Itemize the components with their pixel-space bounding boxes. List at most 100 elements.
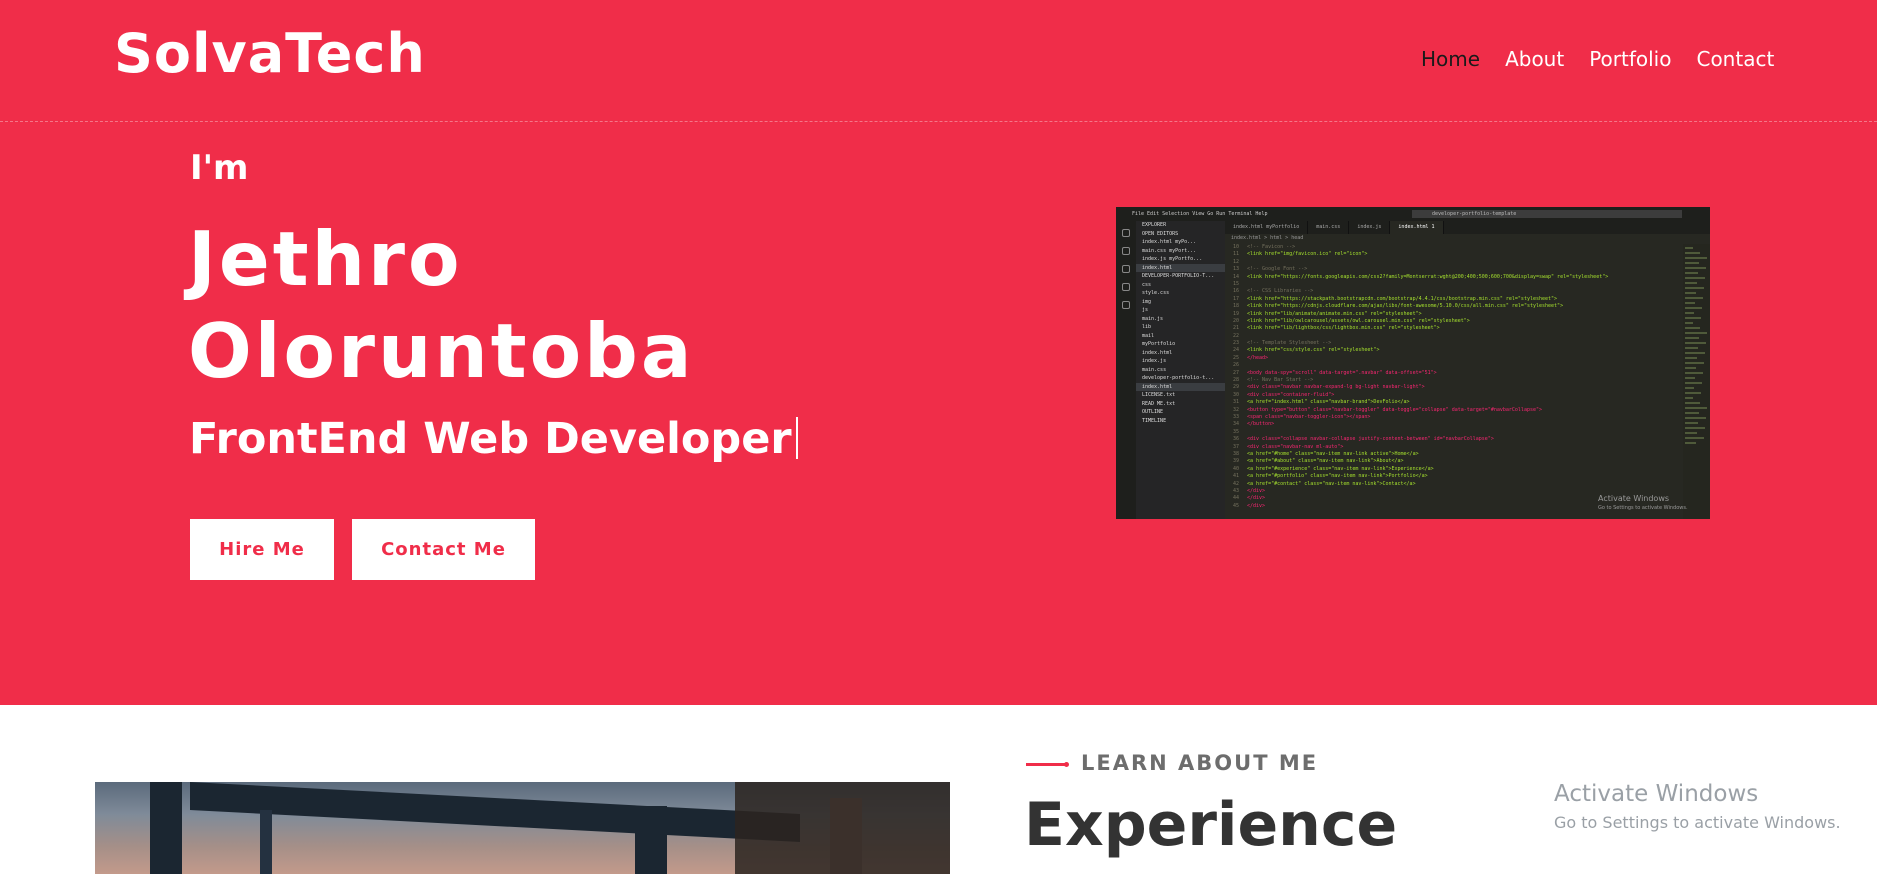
code-text: <link href="css/style.css" rel="styleshe… (1247, 347, 1380, 354)
explorer-item: main.js (1142, 315, 1164, 322)
watermark-line2: Go to Settings to activate Windows. (1554, 813, 1841, 832)
editor-watermark-line2: Go to Settings to activate Windows. (1598, 505, 1688, 511)
code-line: 15 (1225, 281, 1685, 288)
search-icon (1122, 247, 1130, 255)
line-number: 16 (1232, 288, 1239, 295)
code-text: <link href="https://stackpath.bootstrapc… (1247, 295, 1558, 302)
code-line: 27 <body data-spy="scroll" data-target=".… (1225, 370, 1685, 377)
contact-me-button[interactable]: Contact Me (352, 519, 535, 580)
typing-cursor (795, 417, 798, 459)
code-text: <!-- Template Stylesheet --> (1247, 340, 1332, 347)
line-number: 37 (1232, 443, 1239, 450)
nav-link-about[interactable]: About (1505, 47, 1564, 71)
explorer-item: index.html (1136, 263, 1225, 272)
line-number: 13 (1232, 266, 1239, 273)
hero-name-first: Jethro (188, 215, 463, 303)
line-number: 30 (1232, 391, 1239, 398)
explorer-item: index.html (1142, 349, 1173, 356)
editor-tab: main.css (1308, 221, 1350, 234)
debug-icon (1122, 283, 1130, 291)
code-line: 39 <a href="#about" class="nav-item nav-l… (1225, 458, 1685, 465)
hero-name: Jethro Oloruntoba (188, 213, 788, 397)
code-line: 35 (1225, 429, 1685, 436)
line-number: 15 (1232, 280, 1239, 287)
nav-menu: Home About Portfolio Contact (1421, 47, 1799, 71)
line-number: 28 (1232, 377, 1239, 384)
explorer-item: OUTLINE (1142, 409, 1164, 415)
code-line: 19 <link href="lib/animate/animate.min.cs… (1225, 311, 1685, 318)
line-number: 33 (1232, 413, 1239, 420)
editor-breadcrumb: index.html > html > head (1231, 235, 1304, 241)
code-line: 26 (1225, 362, 1685, 369)
code-text: <a href="#experience" class="nav-item na… (1247, 465, 1434, 472)
nav-link-contact[interactable]: Contact (1696, 47, 1774, 71)
line-number: 27 (1232, 369, 1239, 376)
line-number: 23 (1232, 340, 1239, 347)
code-text: <div class="navbar-nav ml-auto"> (1247, 443, 1344, 450)
explorer-item: main.css (1142, 366, 1167, 373)
code-text: <a href="#about" class="nav-item nav-lin… (1247, 458, 1404, 465)
code-text: <div class="navbar navbar-expand-lg bg-l… (1247, 384, 1425, 391)
about-photo (95, 782, 950, 874)
hero-role: FrontEnd Web Developer (189, 414, 798, 464)
explorer-item: DEVELOPER-PORTFOLIO-T... (1142, 273, 1215, 279)
code-text: <!-- Nav Bar Start --> (1247, 377, 1314, 384)
code-line: 12 (1225, 259, 1685, 266)
line-number: 29 (1232, 384, 1239, 391)
line-number: 31 (1232, 399, 1239, 406)
code-line: 24 <link href="css/style.css" rel="styles… (1225, 347, 1685, 354)
code-text: </div> (1247, 495, 1266, 502)
hero-intro: I'm (190, 148, 249, 188)
code-line: 38 <a href="#home" class="nav-item nav-li… (1225, 451, 1685, 458)
editor-watermark-line1: Activate Windows (1598, 494, 1670, 503)
explorer-item: style.css (1142, 290, 1170, 296)
code-line: 22 (1225, 333, 1685, 340)
code-editor-screenshot: File Edit Selection View Go Run Terminal… (1116, 207, 1710, 519)
line-number: 34 (1232, 421, 1239, 428)
about-title: Experience (1024, 790, 1398, 860)
explorer-item: lib (1142, 324, 1152, 330)
windows-activation-watermark: Activate Windows Go to Settings to activ… (1554, 781, 1841, 832)
brand-logo[interactable]: SolvaTech (114, 22, 426, 85)
about-kicker: LEARN ABOUT ME (1081, 751, 1319, 775)
line-number: 24 (1232, 347, 1239, 354)
editor-minimap (1683, 244, 1710, 519)
hire-me-button[interactable]: Hire Me (190, 519, 334, 580)
extensions-icon (1122, 301, 1130, 309)
line-number: 11 (1232, 251, 1239, 258)
code-text: </div> (1247, 487, 1266, 494)
code-text: <link href="lib/lightbox/css/lightbox.mi… (1247, 325, 1440, 332)
line-number: 44 (1232, 495, 1239, 502)
code-text: <body data-spy="scroll" data-target=".na… (1247, 369, 1437, 376)
editor-tab: index.js (1349, 221, 1391, 234)
code-text: <link href="lib/animate/animate.min.css"… (1247, 310, 1422, 317)
line-number: 12 (1232, 258, 1239, 265)
code-text: <span class="navbar-toggler-icon"></span… (1247, 413, 1371, 420)
code-text: <link href="img/favicon.ico" rel="icon"> (1247, 251, 1368, 258)
code-line: 10 <!-- Favicon --> (1225, 244, 1685, 251)
explorer-item: main.css myPort... (1142, 247, 1197, 254)
line-number: 32 (1232, 406, 1239, 413)
code-text: <div class="collapse navbar-collapse jus… (1247, 436, 1494, 443)
kicker-dot (1064, 762, 1069, 767)
editor-tab: index.html 1 (1390, 221, 1444, 234)
editor-explorer: EXPLORER OPEN EDITORS index.html myPo... ma… (1136, 221, 1225, 519)
line-number: 45 (1232, 502, 1239, 509)
explorer-item: index.js myPortfo... (1142, 256, 1203, 262)
code-text: </div> (1247, 502, 1266, 509)
editor-titlebar: File Edit Selection View Go Run Terminal… (1116, 207, 1710, 222)
nav-link-home[interactable]: Home (1421, 47, 1480, 71)
code-line: 28 <!-- Nav Bar Start --> (1225, 377, 1685, 384)
explorer-item: index.html (1136, 382, 1225, 391)
code-line: 11 <link href="img/favicon.ico" rel="icon… (1225, 251, 1685, 258)
nav-link-portfolio[interactable]: Portfolio (1589, 47, 1671, 71)
explorer-item: mail (1142, 332, 1155, 339)
code-text: <a href="index.html" class="navbar-brand… (1247, 399, 1410, 406)
code-line: 30 <div class="container-fluid"> (1225, 392, 1685, 399)
explorer-item: LICENSE.txt (1142, 392, 1176, 398)
editor-activate-windows: Activate Windows Go to Settings to activ… (1598, 494, 1688, 511)
line-number: 22 (1232, 332, 1239, 339)
line-number: 19 (1232, 310, 1239, 317)
kicker-line (1026, 763, 1068, 766)
line-number: 38 (1232, 450, 1239, 457)
